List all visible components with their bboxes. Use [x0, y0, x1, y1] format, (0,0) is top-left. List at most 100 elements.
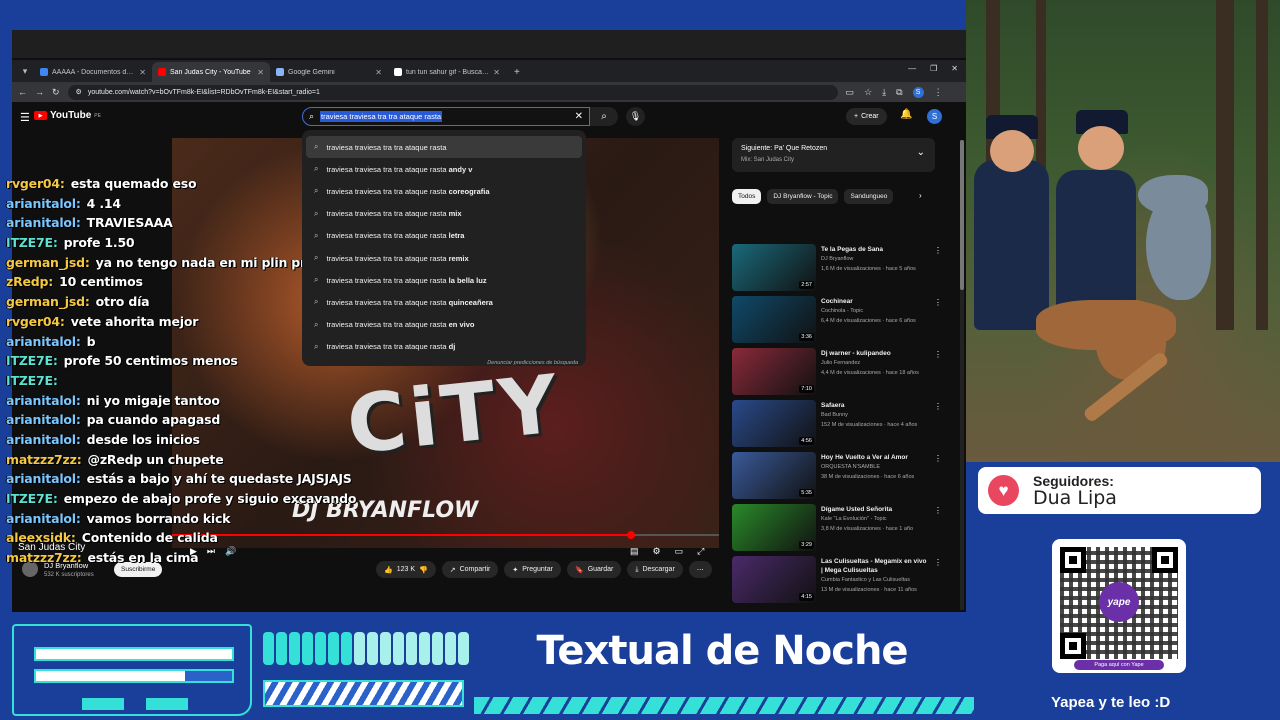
ask-button[interactable]: ✦ Preguntar [504, 561, 561, 578]
video-channel[interactable]: Bad Bunny [821, 412, 848, 418]
scrollbar-thumb[interactable] [960, 140, 964, 290]
video-channel[interactable]: Kale "La Evolución" - Topic [821, 516, 887, 522]
account-avatar[interactable]: S [927, 109, 942, 124]
browser-tab[interactable]: AAAAA - Documentos de Goo ✕ [34, 62, 152, 82]
video-thumbnail[interactable]: 4:56 [732, 400, 816, 447]
search-suggestion[interactable]: ⌕ traviesa traviesa tra tra ataque rasta … [302, 225, 586, 247]
recommended-video[interactable]: 4:56 Safaera Bad Bunny 152 M de visualizaci… [732, 400, 942, 448]
video-channel[interactable]: Julio Fernandez [821, 360, 860, 366]
create-button[interactable]: + Crear [846, 108, 887, 125]
search-suggestion[interactable]: ⌕ traviesa traviesa tra tra ataque rasta … [302, 291, 586, 313]
video-thumbnail[interactable]: 3:29 [732, 504, 816, 551]
video-title[interactable]: Te la Pegas de Sana [821, 245, 929, 254]
notifications-icon[interactable]: 🔔 [900, 109, 912, 120]
video-thumbnail[interactable]: 4:15 [732, 556, 816, 603]
fullscreen-icon[interactable]: ⤢ [697, 546, 704, 557]
search-input[interactable]: ⌕ traviesa traviesa tra tra ataque rasta… [302, 107, 590, 126]
video-title[interactable]: Dj warner - kulipandeo [821, 349, 929, 358]
tab-search-icon[interactable]: ▾ [16, 62, 34, 80]
guide-menu-icon[interactable]: ☰ [20, 111, 30, 124]
filter-chip[interactable]: Sandungueo [844, 189, 894, 204]
more-actions-button[interactable]: ⋯ [688, 561, 712, 578]
cast-icon[interactable]: ▭ [846, 87, 855, 98]
thumb-down-icon[interactable]: 👎 [419, 566, 428, 574]
search-suggestion[interactable]: ⌕ traviesa traviesa tra tra ataque rasta … [302, 158, 586, 180]
recommended-video[interactable]: 7:10 Dj warner - kulipandeo Julio Fernande… [732, 348, 942, 396]
close-tab-icon[interactable]: ✕ [139, 68, 146, 77]
forward-icon[interactable]: → [35, 87, 44, 97]
video-scrubber-knob[interactable] [627, 531, 636, 539]
more-options-icon[interactable]: ⋮ [934, 558, 942, 567]
more-options-icon[interactable]: ⋮ [934, 454, 942, 463]
more-options-icon[interactable]: ⋮ [934, 350, 942, 359]
chevron-right-icon[interactable]: › [919, 191, 922, 200]
subtitles-icon[interactable]: ▤ [630, 546, 639, 557]
video-thumbnail[interactable]: 5:35 [732, 452, 816, 499]
close-tab-icon[interactable]: ✕ [493, 68, 500, 77]
page-scrollbar[interactable] [960, 140, 964, 610]
search-suggestion[interactable]: ⌕ traviesa traviesa tra tra ataque rasta … [302, 269, 586, 291]
recommended-video[interactable]: 4:15 Las Culisueltas - Megamix en vivo | … [732, 556, 942, 604]
chevron-down-icon[interactable]: ⌄ [917, 147, 925, 158]
video-channel[interactable]: ORQUESTA N'SAMBLE [821, 464, 880, 470]
close-tab-icon[interactable]: ✕ [257, 68, 264, 77]
video-channel[interactable]: Cumbia Fantastico y Las Culisueltas [821, 577, 910, 583]
voice-search-icon[interactable]: 🎙 [626, 107, 645, 126]
recommended-video[interactable]: 2:57 Te la Pegas de Sana DJ Bryanflow 1,6 M… [732, 244, 942, 292]
browser-tab[interactable]: San Judas City - YouTube ✕ [152, 62, 270, 82]
search-suggestion[interactable]: ⌕ traviesa traviesa tra tra ataque rasta … [302, 314, 586, 336]
filter-chip[interactable]: DJ Bryanflow - Topic [767, 189, 839, 204]
search-suggestion[interactable]: ⌕ traviesa traviesa tra tra ataque rasta … [302, 203, 586, 225]
search-suggestion[interactable]: ⌕ traviesa traviesa tra tra ataque rasta … [302, 336, 586, 358]
video-channel[interactable]: Cochinola - Topic [821, 308, 863, 314]
report-predictions-link[interactable]: Denunciar predicciones de búsqueda [302, 360, 586, 366]
video-title[interactable]: Safaera [821, 401, 929, 410]
more-options-icon[interactable]: ⋮ [934, 246, 942, 255]
filter-chip[interactable]: Todos [732, 189, 762, 204]
download-button[interactable]: ⤓ Descargar [627, 561, 683, 578]
up-next-panel[interactable]: Siguiente: Pa' Que Retozen Mix: San Juda… [732, 138, 935, 172]
video-title[interactable]: Cochinear [821, 297, 929, 306]
site-info-icon[interactable]: ⚙ [76, 88, 82, 96]
close-tab-icon[interactable]: ✕ [375, 68, 382, 77]
extensions-icon[interactable]: ⧉ [896, 87, 902, 98]
video-channel[interactable]: DJ Bryanflow [821, 256, 853, 262]
theater-mode-icon[interactable]: ▭ [675, 546, 684, 557]
close-window-icon[interactable]: ✕ [951, 64, 958, 73]
more-options-icon[interactable]: ⋮ [934, 506, 942, 515]
minimize-icon[interactable]: — [908, 64, 916, 73]
video-title[interactable]: Las Culisueltas - Megamix en vivo | Mega… [821, 557, 929, 575]
more-options-icon[interactable]: ⋮ [934, 402, 942, 411]
download-icon[interactable]: ⤓ [882, 87, 886, 98]
search-suggestion[interactable]: ⌕ traviesa traviesa tra tra ataque rasta … [302, 247, 586, 269]
video-title[interactable]: Dígame Usted Señorita [821, 505, 929, 514]
new-tab-icon[interactable]: + [514, 67, 520, 78]
yape-logo: yape [1099, 582, 1139, 622]
search-suggestion[interactable]: ⌕ traviesa traviesa tra tra ataque rasta [306, 136, 582, 159]
share-button[interactable]: ↗ Compartir [441, 561, 499, 578]
browser-tab[interactable]: tun tun sahur gif - Buscar con G ✕ [388, 62, 506, 82]
like-button[interactable]: 👍 123 K 👎 [376, 561, 436, 578]
recommended-video[interactable]: 5:35 Hoy He Vuelto a Ver al Amor ORQUESTA … [732, 452, 942, 500]
search-suggestion[interactable]: ⌕ traviesa traviesa tra tra ataque rasta … [302, 180, 586, 202]
video-thumbnail[interactable]: 2:57 [732, 244, 816, 291]
video-thumbnail[interactable]: 3:36 [732, 296, 816, 343]
browser-menu-icon[interactable]: ⋮ [934, 87, 943, 98]
recommended-video[interactable]: 3:29 Dígame Usted Señorita Kale "La Evoluc… [732, 504, 942, 552]
maximize-icon[interactable]: ❐ [930, 64, 937, 73]
save-button[interactable]: 🔖 Guardar [566, 561, 622, 578]
address-bar[interactable]: ⚙ youtube.com/watch?v=bOvTFm8k-EI&list=R… [67, 84, 838, 100]
search-button[interactable]: ⌕ [590, 107, 618, 126]
bookmark-star-icon[interactable]: ☆ [864, 87, 872, 98]
clear-search-icon[interactable]: ✕ [575, 111, 583, 122]
back-icon[interactable]: ← [18, 87, 27, 97]
profile-avatar[interactable]: S [912, 86, 924, 98]
more-options-icon[interactable]: ⋮ [934, 298, 942, 307]
video-thumbnail[interactable]: 7:10 [732, 348, 816, 395]
video-title[interactable]: Hoy He Vuelto a Ver al Amor [821, 453, 929, 462]
recommended-video[interactable]: 3:36 Cochinear Cochinola - Topic 6,4 M de v… [732, 296, 942, 344]
youtube-logo[interactable]: ▶ YouTube PE [34, 110, 101, 121]
settings-gear-icon[interactable]: ⚙ [653, 546, 661, 557]
reload-icon[interactable]: ↻ [52, 87, 60, 98]
browser-tab[interactable]: Google Gemini ✕ [270, 62, 388, 82]
